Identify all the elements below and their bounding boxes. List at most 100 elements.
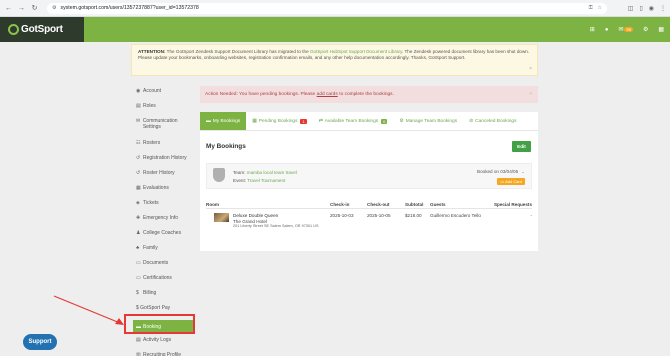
tab-my-bookings[interactable]: ▬ My Bookings bbox=[200, 112, 247, 130]
grid-icon[interactable]: ⊞ bbox=[590, 26, 595, 33]
team-label: Team: bbox=[233, 170, 246, 175]
users-cog-icon: ⚙ bbox=[399, 118, 404, 124]
tab-canceled-bookings[interactable]: ⊘ Canceled Bookings bbox=[463, 112, 522, 130]
sidebar-item-roster-history[interactable]: ↺ Roster History bbox=[133, 168, 195, 183]
sidebar-item-label: Rosters bbox=[143, 140, 161, 146]
tab-available-team-bookings[interactable]: ⇄ Available Team Bookings 0 bbox=[313, 112, 394, 130]
tab-count-badge: 0 bbox=[381, 118, 388, 124]
sidebar-item-label: Recruiting Profile bbox=[143, 352, 182, 356]
tab-label: Manage Team Bookings bbox=[405, 118, 458, 124]
user-icon[interactable]: ● bbox=[605, 27, 609, 33]
sidebar-item-label: Communication Settings bbox=[142, 118, 178, 130]
sidebar-item-communication-settings[interactable]: ✉ Communication Settings bbox=[133, 116, 195, 138]
tab-label: My Bookings bbox=[212, 118, 241, 124]
hotel-address: 201 Liberty Street SE Salem Salem, OR 97… bbox=[233, 224, 319, 228]
sidebar-item-registration-history[interactable]: ↺ Registration History bbox=[133, 153, 195, 168]
sidebar-item-label: Evaluations bbox=[143, 185, 169, 191]
sidebar-item-label: Emergency Info bbox=[143, 215, 179, 221]
sidebar-item-rosters[interactable]: ☷ Rosters bbox=[133, 138, 195, 153]
url-text: system.gotsport.com/users/1357237887?use… bbox=[60, 5, 199, 11]
sidebar-item-label: Account bbox=[143, 88, 162, 94]
sidebar-item-emergency-info[interactable]: ✚ Emergency Info bbox=[133, 213, 195, 228]
sidebar-item-family[interactable]: ♣ Family bbox=[133, 243, 195, 258]
family-icon: ♣ bbox=[136, 245, 140, 251]
sidebar-item-label: Activity Logs bbox=[143, 337, 172, 343]
add-cards-link[interactable]: add cards bbox=[317, 92, 338, 97]
brand-name: GotSport bbox=[21, 24, 63, 35]
add-card-label: Add Card bbox=[505, 179, 522, 184]
sidebar-item-account[interactable]: ◉ Account bbox=[133, 86, 195, 101]
tab-count-badge: 1 bbox=[300, 118, 307, 124]
browser-toolbar: ← → ↻ ⚙ system.gotsport.com/users/135723… bbox=[0, 0, 670, 17]
clipboard-icon: ▦ bbox=[136, 185, 141, 191]
bed-icon: ▬ bbox=[206, 118, 211, 124]
sidebar-item-documents[interactable]: ▭ Documents bbox=[133, 258, 195, 273]
reload-icon[interactable]: ↻ bbox=[30, 4, 39, 13]
sidebar-item-label: Roles bbox=[143, 103, 156, 109]
bookings-table: Room Check-in Check-out Subtotal Guests … bbox=[206, 200, 532, 239]
close-icon[interactable]: × bbox=[529, 92, 532, 97]
team-link[interactable]: mamba local team travel bbox=[247, 170, 297, 175]
sidebar-item-label: Documents bbox=[143, 260, 169, 266]
tab-label: Canceled Bookings bbox=[475, 118, 517, 124]
tab-manage-team-bookings[interactable]: ⚙ Manage Team Bookings bbox=[393, 112, 463, 130]
alert-text-1: Action Needed: You have pending bookings… bbox=[205, 92, 316, 97]
messages-button[interactable]: ✉ 99 bbox=[618, 26, 633, 33]
key-icon[interactable]: ⚿ bbox=[589, 5, 593, 11]
app-header: GotSport ⊞ ● ✉ 99 ⚙ ▦ bbox=[0, 17, 670, 42]
forward-icon[interactable]: → bbox=[17, 4, 26, 13]
sidebar-item-label: Billing bbox=[143, 290, 157, 296]
hubspot-library-link[interactable]: GotSport HubSpot Support Document Librar… bbox=[310, 49, 402, 54]
sidebar-item-activity-logs[interactable]: ▤ Activity Logs bbox=[133, 335, 195, 350]
sidepanel-icon[interactable]: ▯ bbox=[639, 5, 642, 12]
add-card-button[interactable]: ▭ Add Card bbox=[497, 178, 525, 185]
booking-card[interactable]: Team: mamba local team travel Event: Tra… bbox=[206, 163, 532, 189]
edit-button[interactable]: Edit bbox=[512, 141, 531, 152]
guest-name: Guillermo Escudero Tello bbox=[430, 213, 481, 218]
message-count-badge: 99 bbox=[624, 27, 633, 32]
sidebar-item-recruiting-profile[interactable]: ▥ Recruiting Profile bbox=[133, 350, 195, 356]
sidebar-item-evaluations[interactable]: ▦ Evaluations bbox=[133, 183, 195, 198]
panel-title: My Bookings bbox=[206, 143, 246, 150]
annotation-highlight-box bbox=[124, 314, 195, 334]
table-header: Room Check-in Check-out Subtotal Guests … bbox=[206, 200, 532, 209]
event-label: Event: bbox=[233, 178, 247, 183]
sidebar-item-tickets[interactable]: ◈ Tickets bbox=[133, 198, 195, 213]
id-card-icon: ▤ bbox=[136, 103, 141, 109]
booked-on-text: Booked on 03/04/05 bbox=[477, 169, 519, 174]
sidebar-item-roles[interactable]: ▤ Roles bbox=[133, 101, 195, 116]
menu-icon[interactable]: ⋮ bbox=[660, 5, 666, 12]
address-bar[interactable]: ⚙ system.gotsport.com/users/1357237887?u… bbox=[47, 2, 607, 14]
tab-label: Available Team Bookings bbox=[324, 118, 379, 124]
back-icon[interactable]: ← bbox=[4, 4, 13, 13]
brand-logo[interactable]: GotSport bbox=[0, 17, 84, 42]
envelope-icon: ✉ bbox=[136, 118, 141, 124]
close-icon[interactable]: × bbox=[529, 66, 532, 72]
sidebar-item-label: College Coaches bbox=[143, 230, 182, 236]
event-link[interactable]: Travel Tournament bbox=[247, 178, 285, 183]
logo-icon bbox=[8, 24, 19, 35]
col-requests: Special Requests bbox=[493, 201, 532, 207]
apps-icon[interactable]: ▦ bbox=[658, 26, 664, 33]
col-guests: Guests bbox=[430, 201, 446, 207]
booking-tabs: ▬ My Bookings ▦ Pending Bookings 1 ⇄ Available… bbox=[200, 112, 538, 131]
attention-notice: ATTENTION: The GotSport Zendesk Support … bbox=[131, 44, 538, 76]
checkout-date: 2025-10-05 bbox=[367, 213, 391, 218]
profile-icon[interactable]: ◉ bbox=[649, 5, 654, 12]
site-info-icon[interactable]: ⚙ bbox=[52, 5, 56, 11]
sidebar-item-certifications[interactable]: ▭ Certifications bbox=[133, 273, 195, 288]
history-icon: ↺ bbox=[136, 170, 141, 176]
graduation-icon: ♟ bbox=[136, 230, 141, 236]
tab-pending-bookings[interactable]: ▦ Pending Bookings 1 bbox=[246, 112, 312, 130]
extensions-icon[interactable]: ◫ bbox=[628, 5, 634, 12]
settings-icon[interactable]: ⚙ bbox=[643, 26, 648, 33]
subtotal: $218.00 bbox=[405, 213, 422, 218]
sidebar-item-label: $ GotSport Pay bbox=[136, 305, 171, 311]
star-icon[interactable]: ☆ bbox=[598, 5, 602, 11]
sidebar-item-billing[interactable]: $ Billing bbox=[133, 288, 195, 303]
support-button[interactable]: Support bbox=[23, 334, 57, 350]
chevron-down-icon[interactable]: ⌄ bbox=[521, 169, 525, 174]
team-badge-icon bbox=[213, 168, 225, 182]
attention-text-1: The GotSport Zendesk Support Document Li… bbox=[165, 49, 310, 54]
sidebar-item-college-coaches[interactable]: ♟ College Coaches bbox=[133, 228, 195, 243]
